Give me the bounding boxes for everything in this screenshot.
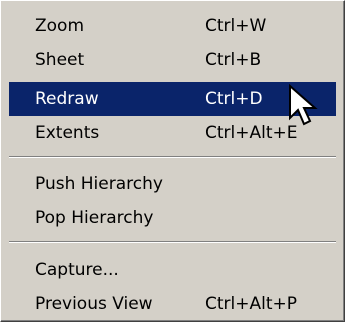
menu-separator (9, 156, 336, 158)
menu-item-label: Previous View (35, 294, 153, 314)
menu-item-redraw[interactable]: Redraw Ctrl+D (9, 82, 336, 116)
menu-item-label: Extents (35, 123, 100, 143)
menu-item-label: Capture... (35, 260, 119, 280)
menu-item-shortcut: Ctrl+Alt+E (205, 123, 298, 143)
menu-item-label: Redraw (35, 89, 99, 109)
menu-item-label: Pop Hierarchy (35, 208, 154, 228)
arrow-pointer-icon (289, 84, 318, 126)
context-menu: Zoom Ctrl+W Sheet Ctrl+B Redraw Ctrl+D E… (0, 0, 345, 322)
menu-item-sheet[interactable]: Sheet Ctrl+B (9, 43, 336, 77)
menu-item-shortcut: Ctrl+Alt+P (205, 294, 298, 314)
menu-item-push-hierarchy[interactable]: Push Hierarchy (9, 167, 336, 201)
menu-item-shortcut: Ctrl+W (205, 16, 267, 36)
menu-item-shortcut: Ctrl+B (205, 50, 262, 70)
menu-item-previous-view[interactable]: Previous View Ctrl+Alt+P (9, 287, 336, 321)
menu-item-label: Sheet (35, 50, 85, 70)
menu-item-pop-hierarchy[interactable]: Pop Hierarchy (9, 201, 336, 235)
menu-item-zoom[interactable]: Zoom Ctrl+W (9, 9, 336, 43)
menu-item-label: Zoom (35, 16, 85, 36)
menu-separator (9, 241, 336, 243)
menu-item-extents[interactable]: Extents Ctrl+Alt+E (9, 116, 336, 150)
menu-item-shortcut: Ctrl+D (205, 89, 263, 109)
menu-item-capture[interactable]: Capture... (9, 253, 336, 287)
menu-item-label: Push Hierarchy (35, 174, 163, 194)
